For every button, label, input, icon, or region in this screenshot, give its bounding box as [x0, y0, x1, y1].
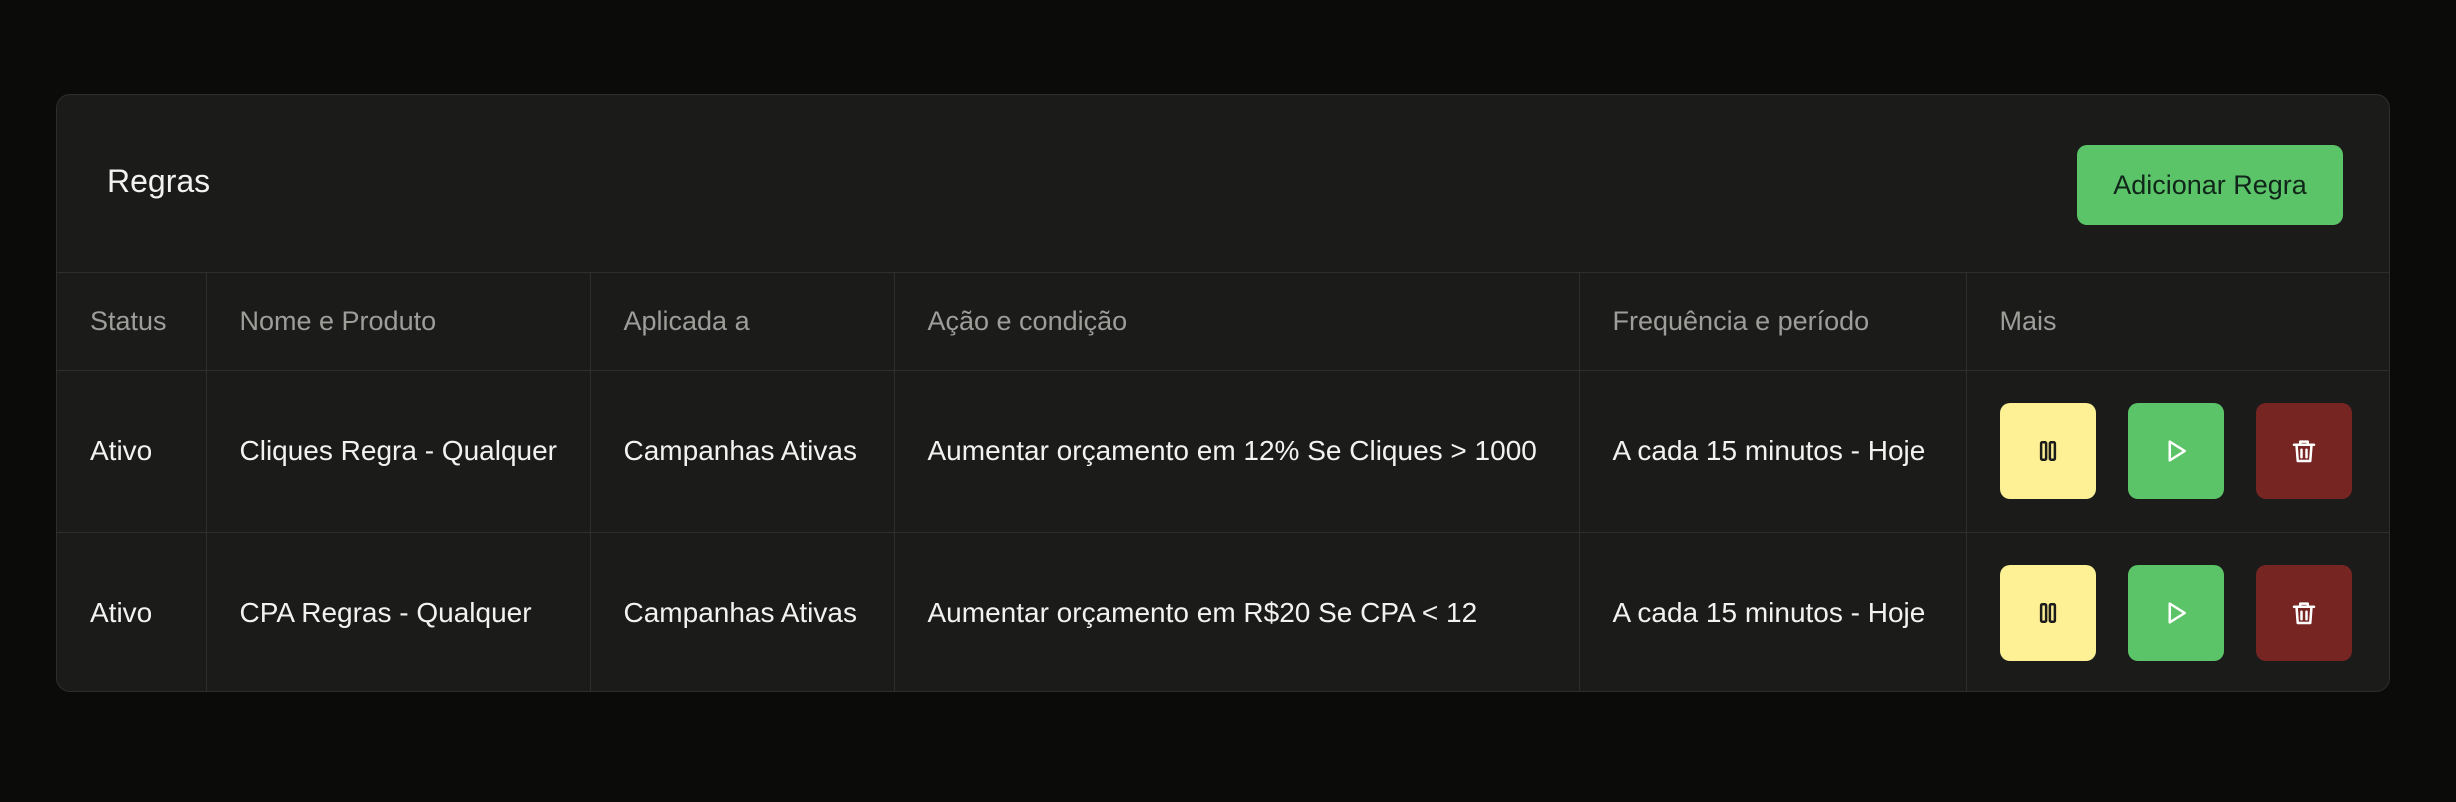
applied-to-cell: Campanhas Ativas	[590, 532, 895, 691]
status-cell: Ativo	[57, 532, 207, 691]
column-header-name: Nome e Produto	[206, 273, 591, 371]
play-icon	[2168, 602, 2186, 624]
frequency-cell: A cada 15 minutos - Hoje	[1579, 370, 1967, 533]
rules-panel: Regras Adicionar Regra Status Nome e Pro…	[56, 94, 2390, 692]
pause-icon	[2039, 441, 2056, 461]
row-actions	[1999, 403, 2390, 499]
panel-header: Regras Adicionar Regra	[57, 95, 2389, 273]
table-row: Ativo CPA Regras - Qualquer Campanhas At…	[57, 532, 2390, 691]
column-header-status: Status	[57, 273, 207, 371]
delete-button[interactable]	[2255, 565, 2352, 662]
page-title: Regras	[107, 163, 211, 199]
frequency-cell: A cada 15 minutos - Hoje	[1579, 532, 1967, 691]
status-cell: Ativo	[57, 370, 207, 533]
pause-icon	[2039, 603, 2056, 624]
column-header-applied-to: Aplicada a	[590, 273, 895, 371]
rules-table: Status Nome e Produto Aplicada a Ação e …	[57, 273, 2390, 691]
action-cell: Aumentar orçamento em 12% Se Cliques > 1…	[894, 370, 1580, 533]
name-cell: Cliques Regra - Qualquer	[206, 370, 591, 533]
play-icon	[2168, 440, 2186, 462]
pause-button[interactable]	[1999, 403, 2096, 499]
play-button[interactable]	[2127, 565, 2224, 662]
play-button[interactable]	[2127, 403, 2224, 499]
add-rule-button[interactable]: Adicionar Regra	[2077, 145, 2343, 225]
trash-icon	[2292, 440, 2315, 463]
applied-to-cell: Campanhas Ativas	[590, 370, 895, 533]
column-header-frequency: Frequência e período	[1579, 273, 1967, 371]
column-header-action: Ação e condição	[894, 273, 1580, 371]
actions-cell	[1966, 370, 2390, 533]
trash-icon	[2292, 602, 2315, 625]
table-row: Ativo Cliques Regra - Qualquer Campanhas…	[57, 370, 2390, 533]
column-header-more: Mais	[1966, 273, 2389, 371]
actions-cell	[1966, 532, 2390, 691]
row-actions	[1999, 565, 2390, 662]
delete-button[interactable]	[2255, 403, 2352, 499]
table-header-row: Status Nome e Produto Aplicada a Ação e …	[57, 273, 2389, 371]
pause-button[interactable]	[1999, 565, 2096, 662]
action-cell: Aumentar orçamento em R$20 Se CPA < 12	[894, 532, 1580, 691]
name-cell: CPA Regras - Qualquer	[206, 532, 591, 691]
